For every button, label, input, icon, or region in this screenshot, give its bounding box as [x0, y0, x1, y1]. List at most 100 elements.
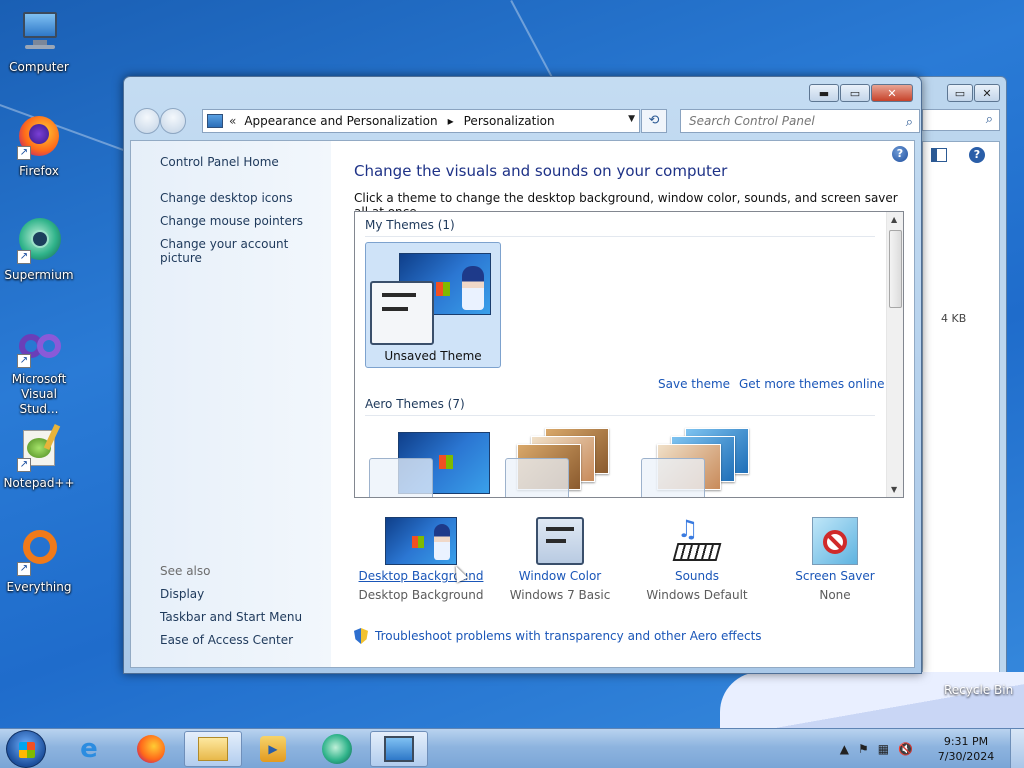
- supermium-icon: [322, 734, 352, 764]
- breadcrumb-appearance[interactable]: Appearance and Personalization: [244, 114, 437, 128]
- theme-unsaved[interactable]: Unsaved Theme: [365, 242, 501, 368]
- theme-window-preview: [370, 281, 434, 345]
- change-desktop-icons-link[interactable]: Change desktop icons: [160, 191, 293, 205]
- search-input[interactable]: [689, 114, 889, 128]
- taskbar-control-panel[interactable]: [370, 731, 428, 767]
- personalization-window[interactable]: ▬ ▭ ✕ « Appearance and Personalization ▸…: [123, 76, 922, 674]
- group-divider: [365, 415, 875, 416]
- scroll-down-icon[interactable]: ▼: [891, 485, 897, 494]
- theme-characters[interactable]: [637, 422, 773, 497]
- desktop-icon-supermium[interactable]: ↗ Supermium: [0, 216, 78, 283]
- address-dropdown-icon[interactable]: ▼: [628, 114, 635, 124]
- window-color-link[interactable]: Window Color: [495, 569, 625, 583]
- character-figure: [462, 266, 484, 310]
- screen-saver-item[interactable]: Screen Saver None: [770, 517, 900, 602]
- shield-icon: [354, 628, 368, 644]
- help-icon[interactable]: ?: [969, 147, 985, 163]
- desktop-icon-computer[interactable]: Computer: [0, 8, 78, 75]
- preview-pane-icon[interactable]: [931, 148, 947, 162]
- taskbar-start-menu-link[interactable]: Taskbar and Start Menu: [160, 610, 302, 624]
- clock[interactable]: 9:31 PM 7/30/2024: [922, 734, 1010, 764]
- screen-saver-icon: [812, 517, 858, 565]
- show-hidden-icons-icon[interactable]: ▲: [840, 742, 849, 756]
- wallpaper-streak: [510, 0, 555, 81]
- close-button[interactable]: ✕: [974, 84, 1000, 102]
- windows-logo-icon: [412, 536, 424, 548]
- ease-of-access-link[interactable]: Ease of Access Center: [160, 633, 293, 647]
- screen-saver-link[interactable]: Screen Saver: [770, 569, 900, 583]
- network-icon[interactable]: ▦: [878, 742, 889, 756]
- troubleshoot-row: Troubleshoot problems with transparency …: [354, 628, 762, 644]
- desktop-icon-label: Firefox: [19, 164, 59, 178]
- sounds-link[interactable]: Sounds: [632, 569, 762, 583]
- refresh-button[interactable]: ⟲: [641, 109, 667, 133]
- scrollbar-thumb[interactable]: [889, 230, 902, 308]
- screen-saver-value: None: [819, 588, 851, 602]
- sounds-item[interactable]: ♫ Sounds Windows Default: [632, 515, 762, 602]
- minimize-button[interactable]: ▬: [809, 84, 839, 102]
- desktop-icon-visual-studio[interactable]: ↗ Microsoft Visual Stud...: [0, 330, 78, 417]
- background-window-content: ? 4 KB: [922, 141, 1000, 689]
- help-icon[interactable]: ?: [892, 146, 908, 162]
- taskbar: e ▶ ▲ ⚑ ▦ 🔇 9:31 PM 7/30/2024: [0, 728, 1024, 768]
- shortcut-arrow-icon: ↗: [17, 146, 31, 160]
- shortcut-arrow-icon: ↗: [17, 562, 31, 576]
- breadcrumb-overflow[interactable]: «: [229, 114, 236, 128]
- recycle-bin-label[interactable]: Recycle Bin: [944, 683, 1013, 697]
- start-button[interactable]: [6, 730, 46, 768]
- breadcrumb-separator-icon[interactable]: ▸: [448, 114, 454, 128]
- action-center-flag-icon[interactable]: ⚑: [858, 742, 869, 756]
- windows-start-icon: [19, 742, 35, 758]
- show-desktop-button[interactable]: [1010, 729, 1024, 768]
- desktop-icon-label: Everything: [6, 580, 72, 594]
- volume-muted-icon[interactable]: 🔇: [898, 742, 913, 756]
- search-icon[interactable]: ⌕: [986, 112, 993, 127]
- theme-window-preview: [369, 458, 433, 497]
- save-theme-link[interactable]: Save theme: [658, 377, 730, 391]
- left-pane: Control Panel Home Change desktop icons …: [131, 141, 331, 667]
- caption-buttons: ▬ ▭ ✕: [809, 84, 913, 102]
- change-mouse-pointers-link[interactable]: Change mouse pointers: [160, 214, 303, 228]
- desktop-icon-notepad-plus-plus[interactable]: ↗ Notepad++: [0, 423, 78, 491]
- theme-label: Unsaved Theme: [384, 349, 482, 363]
- back-button[interactable]: [134, 108, 160, 134]
- taskbar-explorer[interactable]: [184, 731, 242, 767]
- background-window[interactable]: ▭ ✕ ⌕ ? 4 KB: [915, 76, 1007, 689]
- display-link[interactable]: Display: [160, 587, 204, 601]
- search-box[interactable]: ⌕: [680, 109, 920, 133]
- desktop-icon-everything[interactable]: ↗ Everything: [0, 528, 78, 595]
- search-icon[interactable]: ⌕: [906, 112, 913, 134]
- my-themes-heading: My Themes (1): [365, 218, 455, 232]
- breadcrumb-personalization[interactable]: Personalization: [464, 114, 555, 128]
- sounds-value: Windows Default: [646, 588, 748, 602]
- theme-window-preview: [505, 458, 569, 497]
- taskbar-internet-explorer[interactable]: e: [60, 731, 118, 767]
- window-color-item[interactable]: Window Color Windows 7 Basic: [495, 517, 625, 602]
- maximize-button[interactable]: ▭: [947, 84, 973, 102]
- change-account-picture-link[interactable]: Change your account picture: [160, 237, 331, 265]
- control-panel-home-link[interactable]: Control Panel Home: [160, 155, 279, 169]
- theme-list[interactable]: My Themes (1) Unsaved Theme Save theme G…: [354, 211, 904, 498]
- desktop-background-item[interactable]: Desktop Background Desktop Background: [356, 517, 486, 602]
- troubleshoot-link[interactable]: Troubleshoot problems with transparency …: [375, 629, 762, 643]
- theme-architecture[interactable]: [501, 422, 637, 497]
- forward-button[interactable]: [160, 108, 186, 134]
- windows-logo-icon: [436, 282, 450, 296]
- address-bar[interactable]: « Appearance and Personalization ▸ Perso…: [202, 109, 640, 133]
- taskbar-supermium[interactable]: [308, 731, 366, 767]
- windows-logo-icon: [439, 455, 453, 469]
- theme-list-scrollbar[interactable]: ▲ ▼: [886, 212, 903, 497]
- theme-windows-7[interactable]: [365, 422, 501, 497]
- shortcut-arrow-icon: ↗: [17, 458, 31, 472]
- close-button[interactable]: ✕: [871, 84, 913, 102]
- group-divider: [365, 236, 875, 237]
- scroll-up-icon[interactable]: ▲: [891, 215, 897, 224]
- get-more-themes-link[interactable]: Get more themes online: [739, 377, 885, 391]
- maximize-button[interactable]: ▭: [840, 84, 870, 102]
- desktop-icon-firefox[interactable]: ↗ Firefox: [0, 112, 78, 179]
- taskbar-firefox[interactable]: [122, 731, 180, 767]
- shortcut-arrow-icon: ↗: [17, 250, 31, 264]
- control-panel-icon: [207, 114, 223, 128]
- file-size: 4 KB: [941, 312, 967, 325]
- taskbar-media-player[interactable]: ▶: [244, 731, 302, 767]
